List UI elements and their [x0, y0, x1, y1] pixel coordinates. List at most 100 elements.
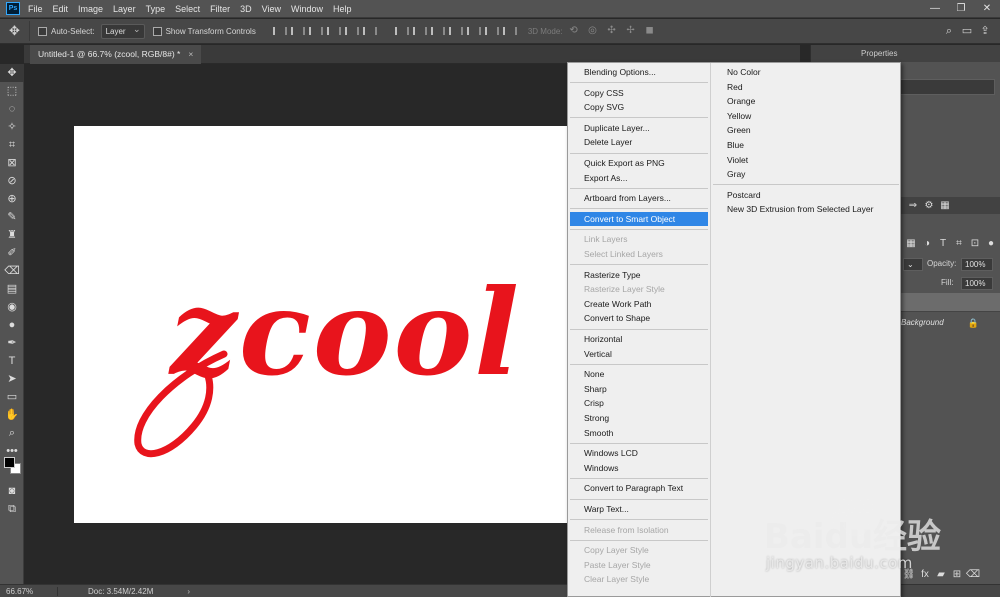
filter-shape-icon[interactable]: ⌗ [951, 235, 967, 253]
distribute-top-icon[interactable] [392, 24, 409, 38]
marquee-tool-icon[interactable]: ⬚ [0, 82, 24, 100]
3d-scale-icon[interactable]: ◼ [642, 24, 658, 38]
align-bottom-icon[interactable] [306, 24, 323, 38]
brush-tool-icon[interactable]: ✎ [0, 208, 24, 226]
menu-edit[interactable]: Edit [53, 4, 69, 14]
3d-orbit-icon[interactable]: ⟲ [566, 24, 582, 38]
eraser-tool-icon[interactable]: ⌫ [0, 262, 24, 280]
filter-smart-object-icon[interactable]: ⊡ [967, 235, 983, 253]
menu-item-postcard[interactable]: Postcard [713, 188, 899, 202]
hand-tool-icon[interactable]: ✋ [0, 406, 24, 424]
auto-align-icon[interactable] [500, 24, 517, 38]
blend-mode-dropdown[interactable]: ⌄ [903, 258, 923, 271]
menu-item-windows-lcd[interactable]: Windows LCD [570, 446, 708, 460]
properties-panel-tab[interactable]: Properties [811, 45, 1000, 62]
restore-button[interactable]: ❐ [948, 0, 974, 18]
filter-adjustment-icon[interactable]: ◑ [919, 235, 935, 253]
menu-type[interactable]: Type [146, 4, 166, 14]
menu-layer[interactable]: Layer [113, 4, 136, 14]
dodge-tool-icon[interactable]: ● [0, 316, 24, 334]
document-canvas[interactable]: zcool [74, 126, 594, 523]
opacity-field[interactable]: 100% [961, 258, 993, 271]
workspace-icon[interactable]: ▭ [958, 23, 976, 39]
type-tool-icon[interactable]: T [0, 352, 24, 370]
menu-image[interactable]: Image [78, 4, 103, 14]
lasso-tool-icon[interactable]: ◌ [0, 100, 24, 118]
menu-select[interactable]: Select [175, 4, 200, 14]
menu-item-delete-layer[interactable]: Delete Layer [570, 135, 708, 149]
history-brush-tool-icon[interactable]: ✐ [0, 244, 24, 262]
crop-tool-icon[interactable]: ⌗ [0, 136, 24, 154]
move-tool-preset-icon[interactable]: ✥ [0, 21, 30, 41]
move-tool-icon[interactable]: ✥ [0, 64, 24, 82]
menu-item-create-work-path[interactable]: Create Work Path [570, 297, 708, 311]
align-left-icon[interactable] [324, 24, 341, 38]
minimize-button[interactable]: — [922, 0, 948, 18]
fill-field[interactable]: 100% [961, 277, 993, 290]
menu-item-sharp[interactable]: Sharp [570, 382, 708, 396]
menu-item-artboard-from-layers[interactable]: Artboard from Layers... [570, 191, 708, 205]
menu-3d[interactable]: 3D [240, 4, 252, 14]
distribute-hcenter-icon[interactable] [464, 24, 481, 38]
quick-mask-icon[interactable]: ◙ [0, 482, 24, 500]
menu-view[interactable]: View [262, 4, 281, 14]
menu-item-export-as[interactable]: Export As... [570, 171, 708, 185]
menu-item-duplicate-layer[interactable]: Duplicate Layer... [570, 121, 708, 135]
menu-help[interactable]: Help [333, 4, 352, 14]
status-menu-arrow-icon[interactable]: › [187, 587, 190, 596]
3d-slide-icon[interactable]: ✢ [623, 24, 639, 38]
3d-roll-icon[interactable]: ◎ [585, 24, 601, 38]
menu-item-copy-css[interactable]: Copy CSS [570, 86, 708, 100]
menu-item-orange[interactable]: Orange [713, 94, 899, 108]
foreground-color-swatch[interactable] [4, 457, 15, 468]
zoom-readout[interactable]: 66.67% [0, 586, 58, 596]
menu-item-yellow[interactable]: Yellow [713, 109, 899, 123]
frame-tool-icon[interactable]: ⊠ [0, 154, 24, 172]
screen-mode-icon[interactable]: ⧉ [0, 500, 24, 518]
menu-item-red[interactable]: Red [713, 80, 899, 94]
align-right-icon[interactable] [360, 24, 377, 38]
close-tab-icon[interactable]: × [188, 49, 193, 59]
menu-item-smooth[interactable]: Smooth [570, 426, 708, 440]
menu-filter[interactable]: Filter [210, 4, 230, 14]
menu-item-new-3d-extrusion-from-selected-layer[interactable]: New 3D Extrusion from Selected Layer [713, 202, 899, 216]
filter-pixel-icon[interactable]: ▦ [903, 235, 919, 253]
menu-item-quick-export-as-png[interactable]: Quick Export as PNG [570, 156, 708, 170]
menu-item-rasterize-type[interactable]: Rasterize Type [570, 268, 708, 282]
auto-select-checkbox[interactable] [38, 26, 47, 36]
auto-select-target-dropdown[interactable]: Layer [100, 23, 145, 39]
menu-item-gray[interactable]: Gray [713, 167, 899, 181]
menu-item-violet[interactable]: Violet [713, 153, 899, 167]
menu-item-windows[interactable]: Windows [570, 461, 708, 475]
document-tab[interactable]: Untitled-1 @ 66.7% (zcool, RGB/8#) * × [30, 45, 202, 64]
close-button[interactable]: ✕ [974, 0, 1000, 18]
grid-icon[interactable]: ▦ [937, 197, 953, 214]
menu-item-crisp[interactable]: Crisp [570, 396, 708, 410]
clone-stamp-tool-icon[interactable]: ♜ [0, 226, 24, 244]
menu-window[interactable]: Window [291, 4, 323, 14]
menu-item-blue[interactable]: Blue [713, 138, 899, 152]
healing-brush-tool-icon[interactable]: ⊕ [0, 190, 24, 208]
menu-item-green[interactable]: Green [713, 123, 899, 137]
menu-item-none[interactable]: None [570, 367, 708, 381]
menu-item-copy-svg[interactable]: Copy SVG [570, 100, 708, 114]
distribute-left-icon[interactable] [446, 24, 463, 38]
filter-type-icon[interactable]: T [935, 235, 951, 253]
menu-item-warp-text[interactable]: Warp Text... [570, 502, 708, 516]
3d-pan-icon[interactable]: ✣ [604, 24, 620, 38]
menu-item-strong[interactable]: Strong [570, 411, 708, 425]
blur-tool-icon[interactable]: ◉ [0, 298, 24, 316]
distribute-right-icon[interactable] [482, 24, 499, 38]
menu-item-no-color[interactable]: No Color [713, 65, 899, 79]
align-top-icon[interactable] [270, 24, 287, 38]
distribute-vcenter-icon[interactable] [410, 24, 427, 38]
magic-wand-tool-icon[interactable]: ✧ [0, 118, 24, 136]
distribute-bottom-icon[interactable] [428, 24, 445, 38]
path-selection-tool-icon[interactable]: ➤ [0, 370, 24, 388]
pen-tool-icon[interactable]: ✒ [0, 334, 24, 352]
zoom-tool-icon[interactable]: ⌕ [0, 424, 24, 442]
menu-file[interactable]: File [28, 4, 43, 14]
menu-item-horizontal[interactable]: Horizontal [570, 332, 708, 346]
share-icon[interactable]: ⇪ [976, 23, 994, 39]
filter-toggle-icon[interactable]: ● [983, 235, 999, 253]
